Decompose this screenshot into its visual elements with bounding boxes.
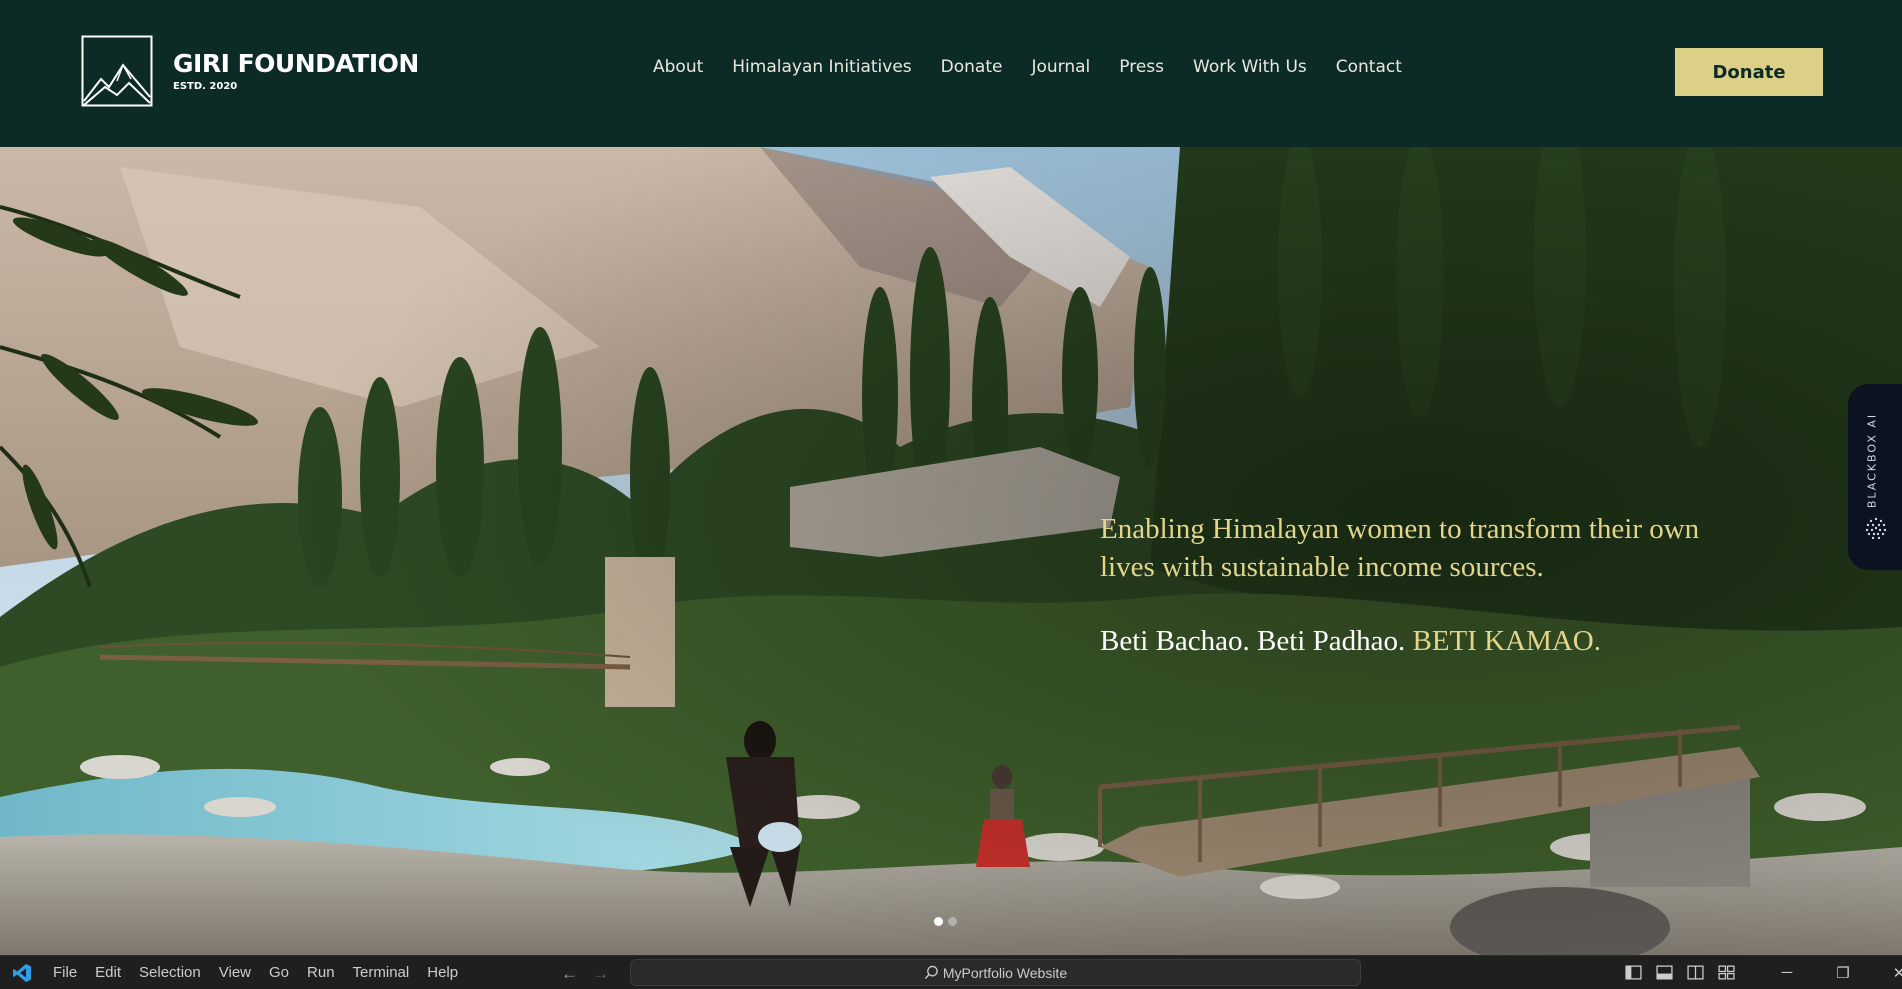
- hero-slogan: Beti Bachao. Beti Padhao. BETI KAMAO.: [1100, 625, 1601, 658]
- customize-layout-icon[interactable]: [1718, 964, 1735, 981]
- panel-layout-icon[interactable]: [1656, 964, 1673, 981]
- command-center-search[interactable]: MyPortfolio Website: [630, 959, 1361, 986]
- slider-dot-2[interactable]: [948, 917, 957, 926]
- close-icon[interactable]: ✕: [1871, 959, 1902, 986]
- slider-dot-1[interactable]: [934, 917, 943, 926]
- editor-title-bar: File Edit Selection View Go Run Terminal…: [0, 955, 1902, 989]
- mountain-logo-icon: [81, 35, 153, 107]
- site-header: GIRI FOUNDATION ESTD. 2020 About Himalay…: [0, 0, 1902, 147]
- slider-dots: [934, 917, 957, 926]
- secondary-sidebar-layout-icon[interactable]: [1687, 964, 1704, 981]
- blackbox-ai-tab[interactable]: BLACKBOX AI: [1848, 384, 1902, 570]
- primary-sidebar-layout-icon[interactable]: [1625, 964, 1642, 981]
- nav-donate[interactable]: Donate: [941, 57, 1003, 77]
- window-buttons: ─ ❐ ✕: [1759, 959, 1902, 986]
- menu-go[interactable]: Go: [269, 964, 289, 981]
- vscode-logo-icon[interactable]: [12, 963, 32, 983]
- nav-press[interactable]: Press: [1119, 57, 1164, 77]
- slogan-part1: Beti Bachao. Beti Padhao.: [1100, 625, 1413, 657]
- hero-tagline: Enabling Himalayan women to transform th…: [1100, 513, 1700, 583]
- nav-himalayan-initiatives[interactable]: Himalayan Initiatives: [732, 57, 911, 77]
- editor-menu: File Edit Selection View Go Run Terminal…: [53, 964, 458, 981]
- history-nav: ← →: [561, 964, 609, 984]
- dotted-orb-icon: [1865, 517, 1887, 539]
- donate-button[interactable]: Donate: [1675, 48, 1823, 96]
- menu-edit[interactable]: Edit: [95, 964, 121, 981]
- menu-run[interactable]: Run: [307, 964, 335, 981]
- search-text: MyPortfolio Website: [942, 964, 1068, 981]
- nav-about[interactable]: About: [653, 57, 703, 77]
- blackbox-ai-label: BLACKBOX AI: [1865, 412, 1879, 509]
- hero-banner: Enabling Himalayan women to transform th…: [0, 147, 1902, 955]
- nav-work-with-us[interactable]: Work With Us: [1193, 57, 1307, 77]
- maximize-icon[interactable]: ❐: [1815, 959, 1871, 986]
- menu-file[interactable]: File: [53, 964, 77, 981]
- brand-established: ESTD. 2020: [173, 81, 238, 92]
- menu-selection[interactable]: Selection: [139, 964, 201, 981]
- brand-name: GIRI FOUNDATION: [173, 49, 419, 78]
- search-icon: [924, 965, 938, 980]
- layout-controls: [1625, 964, 1735, 981]
- menu-terminal[interactable]: Terminal: [353, 964, 410, 981]
- main-nav: About Himalayan Initiatives Donate Journ…: [653, 57, 1402, 77]
- brand-logo[interactable]: GIRI FOUNDATION ESTD. 2020: [81, 35, 419, 107]
- nav-journal[interactable]: Journal: [1031, 57, 1090, 77]
- slogan-accent: BETI KAMAO.: [1412, 625, 1602, 657]
- forward-arrow-icon[interactable]: →: [592, 964, 609, 984]
- nav-contact[interactable]: Contact: [1336, 57, 1402, 77]
- menu-help[interactable]: Help: [427, 964, 458, 981]
- back-arrow-icon[interactable]: ←: [561, 964, 578, 984]
- minimize-icon[interactable]: ─: [1759, 959, 1815, 986]
- menu-view[interactable]: View: [219, 964, 251, 981]
- brand-text: GIRI FOUNDATION ESTD. 2020: [173, 49, 419, 93]
